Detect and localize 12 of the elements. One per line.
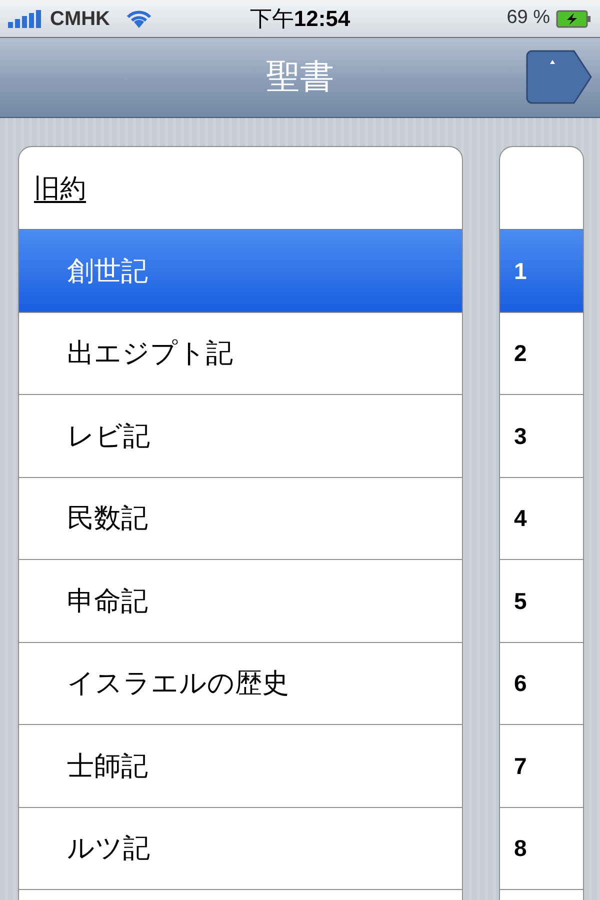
carrier-name: CMHK bbox=[50, 6, 110, 32]
next-button[interactable] bbox=[526, 50, 592, 104]
caret-icon bbox=[550, 60, 555, 64]
book-row[interactable]: 創世記 bbox=[19, 229, 462, 312]
signal-icon bbox=[8, 10, 44, 28]
battery-icon bbox=[556, 10, 592, 28]
wifi-icon bbox=[124, 8, 154, 28]
battery-percent: 69 % bbox=[506, 6, 550, 30]
section-header: 旧約 bbox=[34, 172, 86, 204]
chapter-row[interactable]: 1 bbox=[500, 229, 583, 312]
clock: 下午12:54 bbox=[250, 5, 350, 33]
nav-title: 聖書 bbox=[266, 57, 334, 98]
